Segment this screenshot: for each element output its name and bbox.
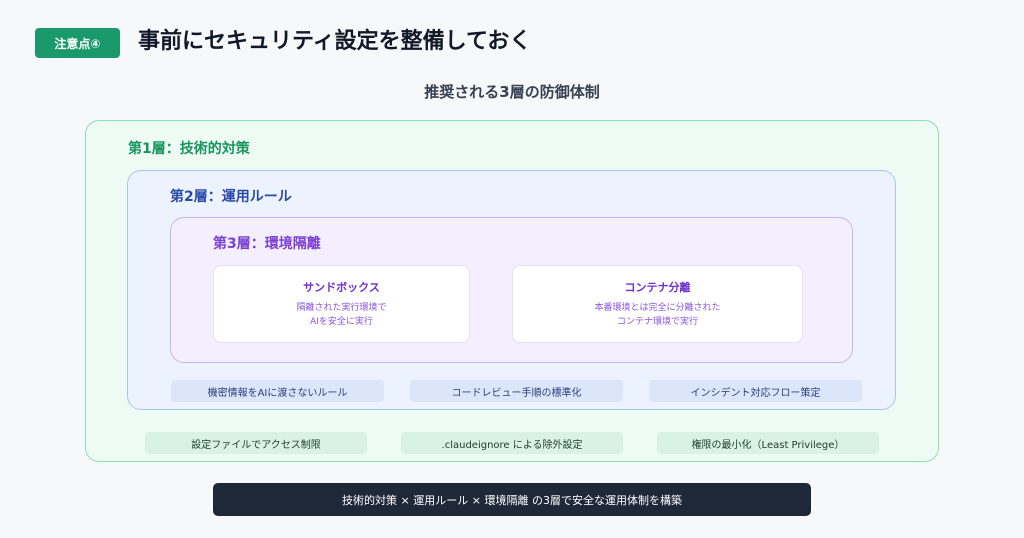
layer-1-label: 第1層：技術的対策 xyxy=(128,141,250,157)
tech-chip: .claudeignore による除外設定 xyxy=(401,432,623,454)
tech-chip: 設定ファイルでアクセス制限 xyxy=(145,432,367,454)
card-desc-line: 本番環境とは完全に分離された xyxy=(594,303,721,313)
summary-banner: 技術的対策 × 運用ルール × 環境隔離 の3層で安全な運用体制を構築 xyxy=(213,483,811,516)
container-card: コンテナ分離 本番環境とは完全に分離された コンテナ環境で実行 xyxy=(512,265,803,343)
rule-chip: コードレビュー手順の標準化 xyxy=(410,380,623,402)
layer-2-label: 第2層：運用ルール xyxy=(170,189,292,205)
card-description: 隔離された実行環境で AIを安全に実行 xyxy=(214,301,469,329)
card-desc-line: 隔離された実行環境で xyxy=(296,303,387,313)
card-title: サンドボックス xyxy=(303,281,380,294)
card-description: 本番環境とは完全に分離された コンテナ環境で実行 xyxy=(513,301,802,329)
card-desc-line: コンテナ環境で実行 xyxy=(616,317,698,327)
diagram-subtitle: 推奨される3層の防御体制 xyxy=(424,83,600,101)
page-title: 事前にセキュリティ設定を整備しておく xyxy=(138,29,532,54)
card-desc-line: AIを安全に実行 xyxy=(310,317,373,327)
sandbox-card: サンドボックス 隔離された実行環境で AIを安全に実行 xyxy=(213,265,470,343)
rule-chip: インシデント対応フロー策定 xyxy=(649,380,862,402)
tech-chip: 権限の最小化（Least Privilege） xyxy=(657,432,879,454)
card-title: コンテナ分離 xyxy=(624,281,691,294)
layer-3-label: 第3層：環境隔離 xyxy=(213,236,321,252)
rule-chip: 機密情報をAIに渡さないルール xyxy=(171,380,384,402)
section-badge: 注意点④ xyxy=(35,28,120,58)
